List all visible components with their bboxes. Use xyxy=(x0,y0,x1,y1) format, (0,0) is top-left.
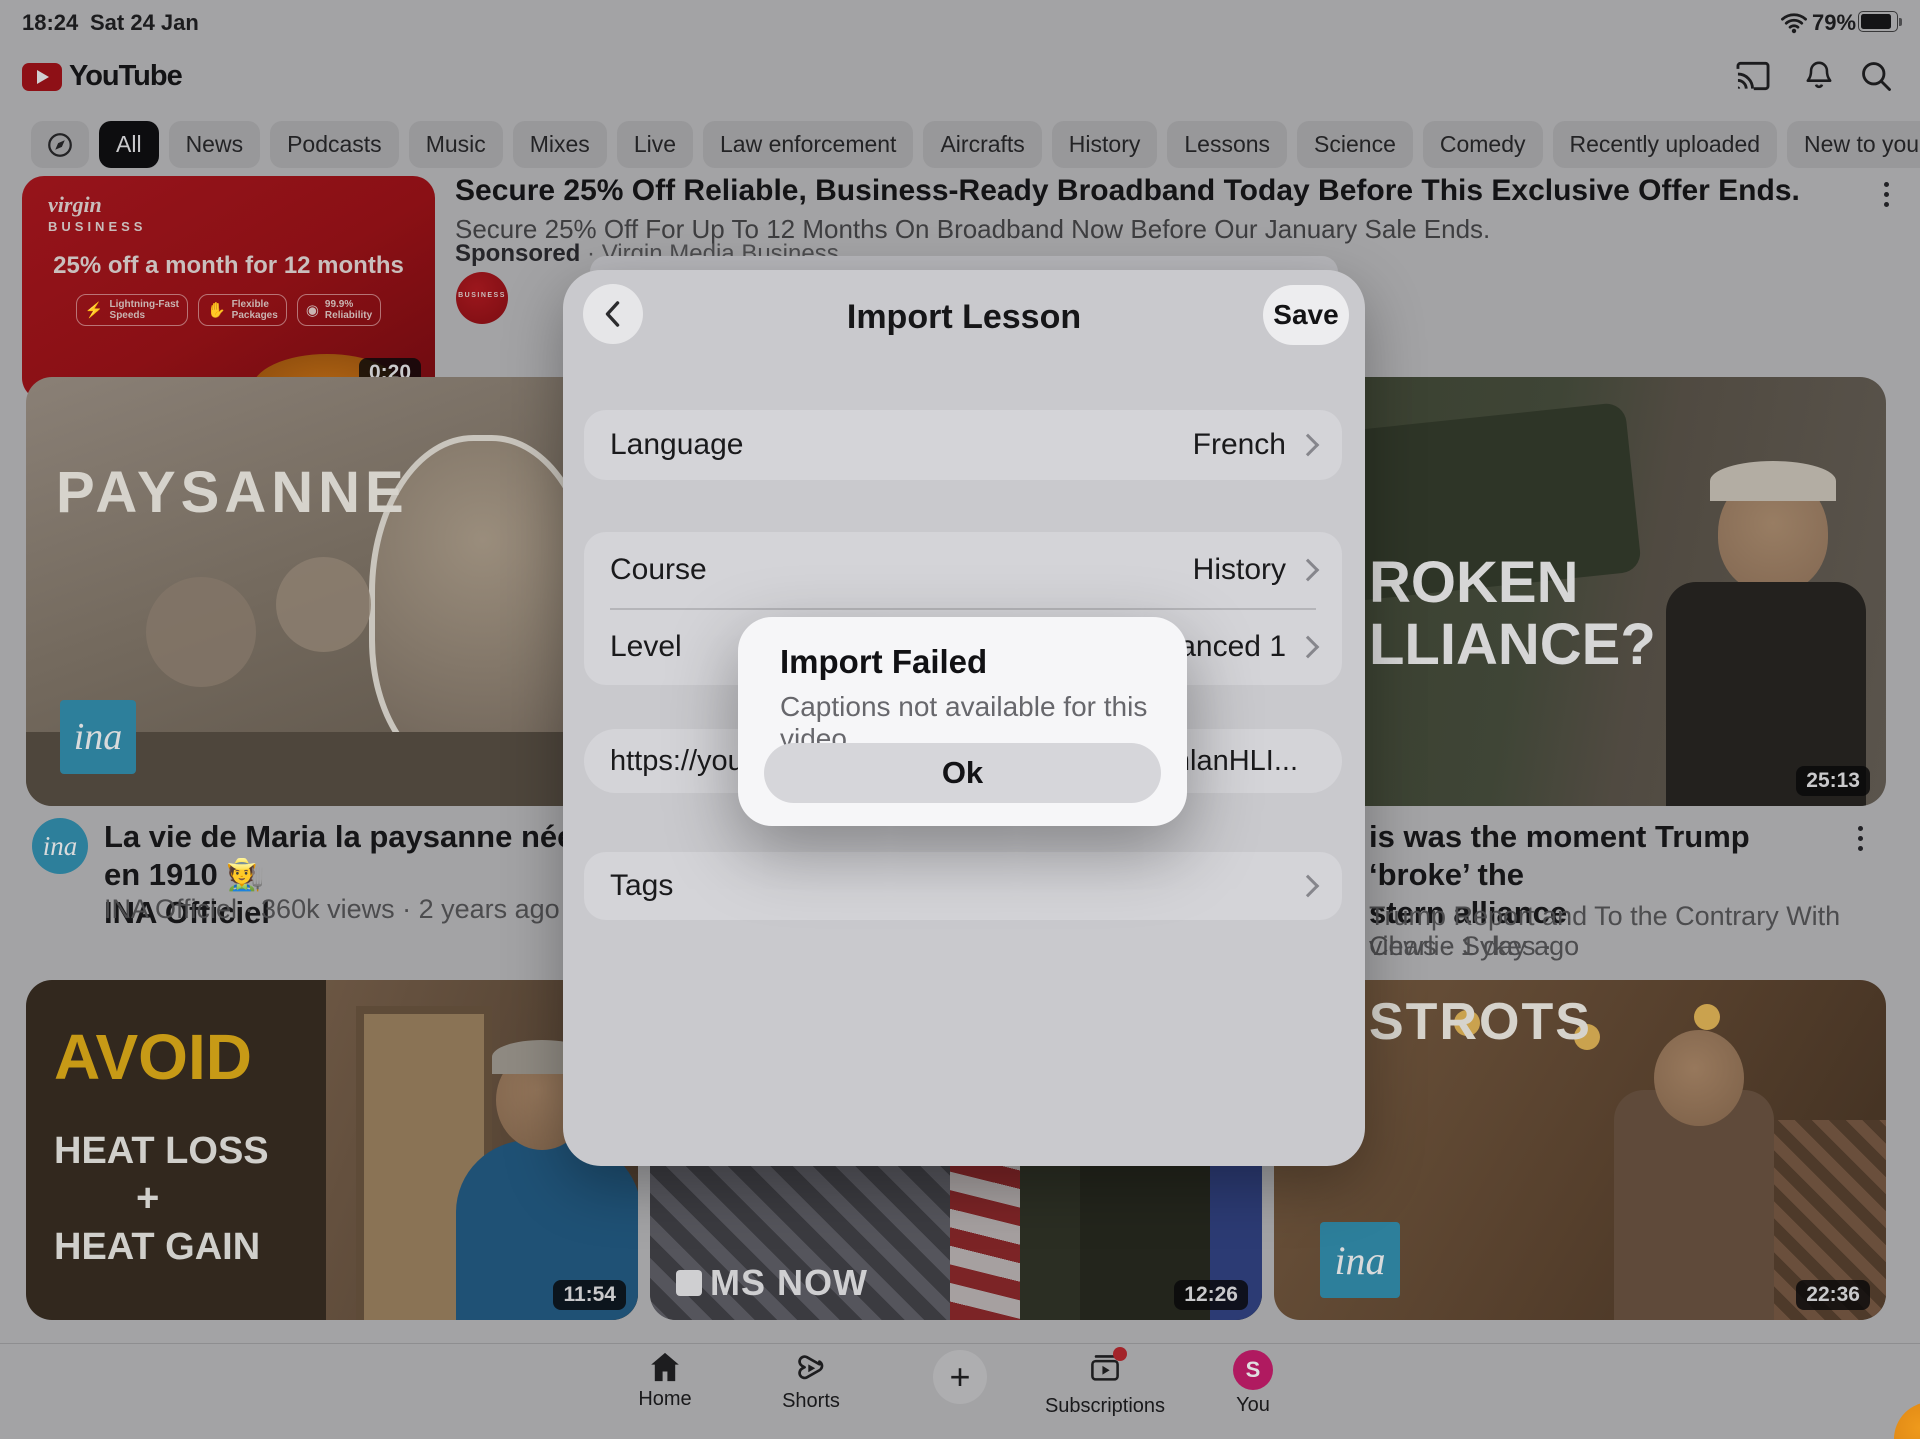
duration-badge: 11:54 xyxy=(553,1280,626,1310)
youtube-ipad-screen: 18:24 Sat 24 Jan 79% YouTube Al xyxy=(0,0,1920,1439)
thumb-up-icon: ✋ xyxy=(207,301,226,319)
chip-live[interactable]: Live xyxy=(617,121,693,168)
ad-channel-avatar[interactable]: BUSINESS xyxy=(456,272,508,324)
duration-badge: 12:26 xyxy=(1174,1280,1248,1310)
course-row[interactable]: Course History xyxy=(584,532,1342,608)
video-meta-trump-line2: views · 1 day ago xyxy=(1369,931,1579,961)
video-menu-icon[interactable] xyxy=(1858,826,1863,851)
topic-chip-bar: All News Podcasts Music Mixes Live Law e… xyxy=(0,121,1920,168)
video-thumbnail-bistrots[interactable]: STROTS ina 22:36 xyxy=(1274,980,1886,1320)
thumb-title-text: AVOID xyxy=(54,1020,252,1094)
chip-lessons[interactable]: Lessons xyxy=(1167,121,1287,168)
ad-headline[interactable]: Secure 25% Off Reliable, Business-Ready … xyxy=(455,174,1800,208)
chip-history[interactable]: History xyxy=(1052,121,1158,168)
save-button[interactable]: Save xyxy=(1263,285,1349,345)
home-icon xyxy=(647,1350,683,1384)
chip-news[interactable]: News xyxy=(169,121,261,168)
chip-podcasts[interactable]: Podcasts xyxy=(270,121,399,168)
alert-title: Import Failed xyxy=(780,643,987,681)
status-date: Sat 24 Jan xyxy=(90,10,199,36)
virgin-logo: virgin BUSINESS xyxy=(48,192,146,234)
chip-mixes[interactable]: Mixes xyxy=(513,121,607,168)
youtube-logo[interactable]: YouTube xyxy=(22,60,182,93)
ad-thumbnail[interactable]: virgin BUSINESS 25% off a month for 12 m… xyxy=(22,176,435,400)
tab-create[interactable]: + xyxy=(880,1350,1040,1404)
search-icon[interactable] xyxy=(1858,58,1894,99)
video-thumbnail-heat-loss[interactable]: AVOID HEAT LOSS + HEAT GAIN 11:54 xyxy=(26,980,638,1320)
wifi-icon xyxy=(1780,12,1808,39)
chip-comedy[interactable]: Comedy xyxy=(1423,121,1543,168)
ad-feature-badges: ⚡ Lightning-FastSpeeds ✋ FlexiblePackage… xyxy=(22,294,435,326)
thumb-face xyxy=(1654,1030,1744,1126)
shield-icon: ◉ xyxy=(306,301,319,319)
thumb-title-text: HEAT LOSS xyxy=(54,1130,269,1173)
chip-music[interactable]: Music xyxy=(409,121,503,168)
ad-offer-text: 25% off a month for 12 months xyxy=(22,252,435,280)
chip-law-enforcement[interactable]: Law enforcement xyxy=(703,121,913,168)
notifications-bell-icon[interactable] xyxy=(1802,58,1836,99)
youtube-play-icon xyxy=(22,63,62,91)
chevron-right-icon xyxy=(1297,636,1320,659)
chip-aircrafts[interactable]: Aircrafts xyxy=(923,121,1041,168)
chevron-right-icon xyxy=(1297,875,1320,898)
tab-you[interactable]: S You xyxy=(1173,1350,1333,1417)
sheet-title: Import Lesson xyxy=(563,298,1365,337)
duration-badge: 25:13 xyxy=(1796,766,1870,796)
ok-button[interactable]: Ok xyxy=(764,743,1161,803)
tags-label: Tags xyxy=(610,869,1286,903)
tab-bar: Home Shorts + Subscriptions S You xyxy=(0,1343,1920,1439)
thumb-title-text: LLIANCE? xyxy=(1369,611,1656,678)
cast-button[interactable] xyxy=(1734,60,1772,97)
thumb-figure xyxy=(276,557,371,652)
ina-logo: ina xyxy=(60,700,136,774)
notification-dot xyxy=(1113,1347,1127,1361)
plus-icon: + xyxy=(933,1350,987,1404)
import-failed-alert: Import Failed Captions not available for… xyxy=(738,617,1187,826)
course-value: History xyxy=(1193,553,1286,587)
thumb-hair xyxy=(1710,461,1836,501)
chip-all[interactable]: All xyxy=(99,121,159,168)
video-meta-paysanne: INA Officiel · 360k views · 2 years ago xyxy=(104,894,560,924)
profile-avatar: S xyxy=(1233,1350,1273,1390)
msnow-logo: MS NOW xyxy=(676,1262,868,1304)
thumb-title-text: + xyxy=(136,1176,159,1221)
status-time: 18:24 xyxy=(22,10,78,36)
tab-shorts[interactable]: Shorts xyxy=(731,1350,891,1413)
thumb-title-text: ROKEN xyxy=(1369,549,1578,616)
thumb-title-text: HEAT GAIN xyxy=(54,1226,260,1269)
chip-recently-uploaded[interactable]: Recently uploaded xyxy=(1553,121,1778,168)
chevron-right-icon xyxy=(1297,559,1320,582)
language-label: Language xyxy=(610,428,1179,462)
thumb-title-text: PAYSANNE xyxy=(56,459,409,526)
ad-menu-icon[interactable] xyxy=(1884,182,1889,207)
tags-row[interactable]: Tags xyxy=(584,852,1342,920)
battery-icon xyxy=(1858,11,1898,32)
chip-new-to-you[interactable]: New to you xyxy=(1787,121,1920,168)
language-value: French xyxy=(1193,428,1286,462)
ina-logo: ina xyxy=(1320,1222,1400,1298)
tab-home[interactable]: Home xyxy=(585,1350,745,1411)
thumb-figure xyxy=(146,577,256,687)
chip-science[interactable]: Science xyxy=(1297,121,1413,168)
lightning-icon: ⚡ xyxy=(85,301,104,319)
explore-compass-chip[interactable] xyxy=(31,121,89,168)
video-thumbnail-paysanne[interactable]: PAYSANNE ina xyxy=(26,377,638,806)
chevron-right-icon xyxy=(1297,434,1320,457)
youtube-wordmark: YouTube xyxy=(69,60,182,93)
battery-percent: 79% xyxy=(1812,10,1856,36)
course-label: Course xyxy=(610,553,1179,587)
shorts-icon xyxy=(793,1350,829,1386)
compass-icon xyxy=(45,130,75,160)
duration-badge: 22:36 xyxy=(1796,1280,1870,1310)
tab-subscriptions[interactable]: Subscriptions xyxy=(1025,1350,1185,1418)
language-row[interactable]: Language French xyxy=(584,410,1342,480)
video-thumbnail-trump-alliance[interactable]: ROKEN LLIANCE? 25:13 xyxy=(1274,377,1886,806)
channel-avatar-ina[interactable]: ina xyxy=(32,818,88,874)
thumb-title-text: STROTS xyxy=(1369,992,1592,1052)
